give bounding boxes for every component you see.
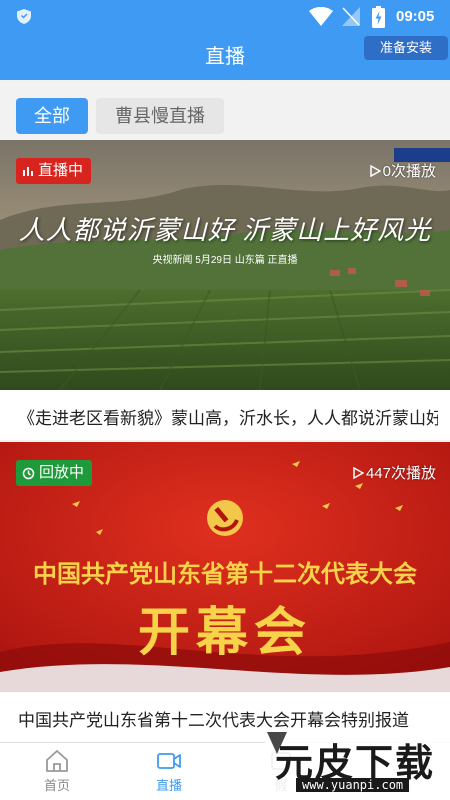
video-thumbnail[interactable]: 人人都说沂蒙山好 沂蒙山上好风光 央视新闻 5月29日 山东篇 正直播 直播中 …: [0, 140, 450, 390]
card-title[interactable]: 《走进老区看新貌》蒙山高，沂水长，人人都说沂蒙山好: [18, 404, 438, 429]
battery-charging-icon: [372, 6, 385, 28]
nav-label: 首页: [43, 778, 70, 793]
status-time: 09:05: [396, 8, 435, 25]
badge-label: 直播中: [38, 162, 84, 179]
nav-label: 直播: [155, 778, 182, 793]
video-icon: [157, 753, 181, 769]
watermark-url: www.yuanpi.com: [296, 778, 410, 792]
bars-icon: [23, 167, 33, 176]
play-icon: [353, 466, 364, 479]
replay-card[interactable]: 中国共产党山东省第十二次代表大会 开幕会 回放中 447次播放 中国共产党山东省…: [0, 442, 450, 742]
tab-caoxian-slow-live[interactable]: 曹县慢直播: [96, 98, 224, 134]
badge-label: 回放中: [39, 464, 85, 481]
replay-badge: 回放中: [16, 460, 93, 486]
no-signal-icon: [342, 7, 360, 26]
nav-home[interactable]: 首页: [27, 743, 87, 800]
wifi-icon: [309, 7, 333, 26]
play-count: 447次播放: [352, 462, 436, 483]
thumbnail-caption: 人人都说沂蒙山好 沂蒙山上好风光: [18, 216, 432, 245]
play-count-label: 0次播放: [382, 163, 436, 180]
install-button[interactable]: 准备安装: [364, 36, 448, 60]
replay-icon: [22, 467, 35, 479]
shield-icon: [17, 9, 31, 24]
thumbnail-headline: 开幕会: [137, 605, 312, 662]
play-count: 0次播放: [369, 160, 436, 181]
home-icon: [46, 750, 68, 772]
party-emblem: [207, 500, 243, 536]
live-card[interactable]: 人人都说沂蒙山好 沂蒙山上好风光 央视新闻 5月29日 山东篇 正直播 直播中 …: [0, 140, 450, 440]
thumbnail-subcaption: 央视新闻 5月29日 山东篇 正直播: [152, 255, 298, 266]
nav-live[interactable]: 直播: [139, 743, 199, 800]
video-thumbnail[interactable]: 中国共产党山东省第十二次代表大会 开幕会 回放中 447次播放: [0, 442, 450, 692]
thumbnail-caption: 中国共产党山东省第十二次代表大会: [33, 561, 417, 588]
play-icon: [369, 164, 381, 177]
status-bar: 09:05: [0, 0, 450, 32]
category-tabs: 全部 曹县慢直播: [0, 80, 450, 140]
tab-all[interactable]: 全部: [16, 98, 88, 134]
app-header: 09:05 直播 准备安装: [0, 0, 450, 80]
live-badge: 直播中: [16, 158, 92, 184]
play-count-label: 447次播放: [365, 465, 436, 482]
